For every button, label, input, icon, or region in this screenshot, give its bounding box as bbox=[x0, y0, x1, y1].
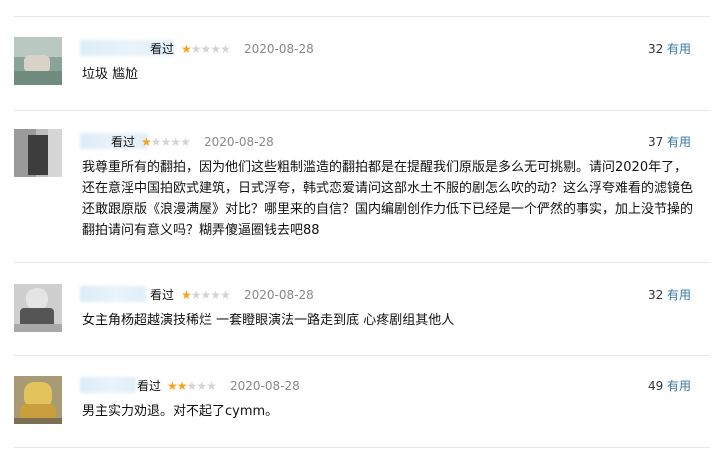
comment-line: 垃圾 尴尬 bbox=[82, 67, 139, 82]
avatar[interactable] bbox=[14, 284, 62, 332]
star-empty-icon: ★ bbox=[210, 288, 221, 302]
comment-date: 2020-08-28 bbox=[230, 379, 300, 393]
username-blurred[interactable] bbox=[80, 286, 146, 302]
comment-line: 男主实力劝退。对不起了cymm。 bbox=[82, 404, 279, 419]
star-empty-icon: ★ bbox=[170, 135, 181, 149]
divider bbox=[14, 110, 710, 111]
watched-status: 看过 bbox=[111, 135, 136, 149]
star-empty-icon: ★ bbox=[196, 379, 207, 393]
star-empty-icon: ★ bbox=[150, 135, 162, 149]
divider bbox=[14, 262, 710, 263]
useful-button[interactable]: 有用 bbox=[667, 378, 691, 394]
watched-status: 看过 bbox=[150, 42, 175, 56]
comment-line: 翻拍请问有意义吗？糊弄傻逼圈钱去吧88 bbox=[82, 223, 320, 238]
avatar[interactable] bbox=[14, 129, 62, 177]
star-empty-icon: ★ bbox=[190, 288, 202, 302]
avatar[interactable] bbox=[14, 376, 62, 424]
rating-stars: ★★★★★ bbox=[167, 378, 217, 394]
star-filled-icon: ★ bbox=[181, 288, 192, 302]
star-filled-icon: ★ bbox=[181, 42, 192, 56]
username-blurred[interactable] bbox=[80, 377, 136, 393]
avatar[interactable] bbox=[14, 37, 62, 85]
star-empty-icon: ★ bbox=[210, 42, 221, 56]
comment-line: 还敢跟原版《浪漫满屋》对比？哪里来的自信？国内编剧创作力低下已经是一个俨然的事实… bbox=[82, 202, 694, 217]
star-empty-icon: ★ bbox=[160, 135, 172, 149]
watched-status: 看过 bbox=[137, 379, 162, 393]
useful-button[interactable]: 有用 bbox=[667, 134, 691, 150]
divider bbox=[14, 447, 710, 448]
divider bbox=[14, 16, 710, 17]
comment-text: 男主实力劝退。对不起了cymm。 bbox=[82, 401, 278, 422]
star-empty-icon: ★ bbox=[186, 379, 198, 393]
star-empty-icon: ★ bbox=[200, 42, 212, 56]
star-empty-icon: ★ bbox=[220, 42, 231, 56]
star-empty-icon: ★ bbox=[190, 42, 202, 56]
vote-count: 32 bbox=[648, 42, 664, 56]
comment-date: 2020-08-28 bbox=[244, 42, 314, 56]
vote-count: 49 bbox=[648, 379, 664, 393]
useful-button[interactable]: 有用 bbox=[667, 41, 691, 57]
star-filled-icon: ★ bbox=[167, 379, 178, 393]
star-empty-icon: ★ bbox=[180, 135, 191, 149]
comment-line: 我尊重所有的翻拍，因为他们这些粗制滥造的翻拍都是在提醒我们原版是多么无可挑剔。请… bbox=[82, 160, 688, 175]
star-filled-icon: ★ bbox=[176, 379, 188, 393]
comment-line: 还在意淫中国拍欧式建筑，日式浮夸，韩式恋爱请问这部水土不服的剧怎么吹的动？这么浮… bbox=[82, 181, 694, 196]
comment-line: 女主角杨超越演技稀烂 一套瞪眼演法一路走到底 心疼剧组其他人 bbox=[82, 313, 455, 328]
comment-text: 我尊重所有的翻拍，因为他们这些粗制滥造的翻拍都是在提醒我们原版是多么无可挑剔。请… bbox=[82, 157, 693, 241]
divider bbox=[14, 355, 710, 356]
comments-list: 看过 ★★★★★ 2020-08-28 32 有用 垃圾 尴尬 看过 ★★★★★… bbox=[0, 0, 724, 454]
comment-text: 女主角杨超越演技稀烂 一套瞪眼演法一路走到底 心疼剧组其他人 bbox=[82, 310, 454, 331]
comment-text: 垃圾 尴尬 bbox=[82, 64, 138, 85]
vote-count: 37 bbox=[648, 135, 664, 149]
watched-status: 看过 bbox=[150, 288, 175, 302]
rating-stars: ★★★★★ bbox=[181, 41, 231, 57]
useful-button[interactable]: 有用 bbox=[667, 287, 691, 303]
star-empty-icon: ★ bbox=[206, 379, 217, 393]
rating-stars: ★★★★★ bbox=[181, 287, 231, 303]
comment-date: 2020-08-28 bbox=[204, 135, 274, 149]
star-filled-icon: ★ bbox=[141, 135, 152, 149]
vote-count: 32 bbox=[648, 288, 664, 302]
comment-date: 2020-08-28 bbox=[244, 288, 314, 302]
rating-stars: ★★★★★ bbox=[141, 134, 191, 150]
star-empty-icon: ★ bbox=[200, 288, 212, 302]
star-empty-icon: ★ bbox=[220, 288, 231, 302]
